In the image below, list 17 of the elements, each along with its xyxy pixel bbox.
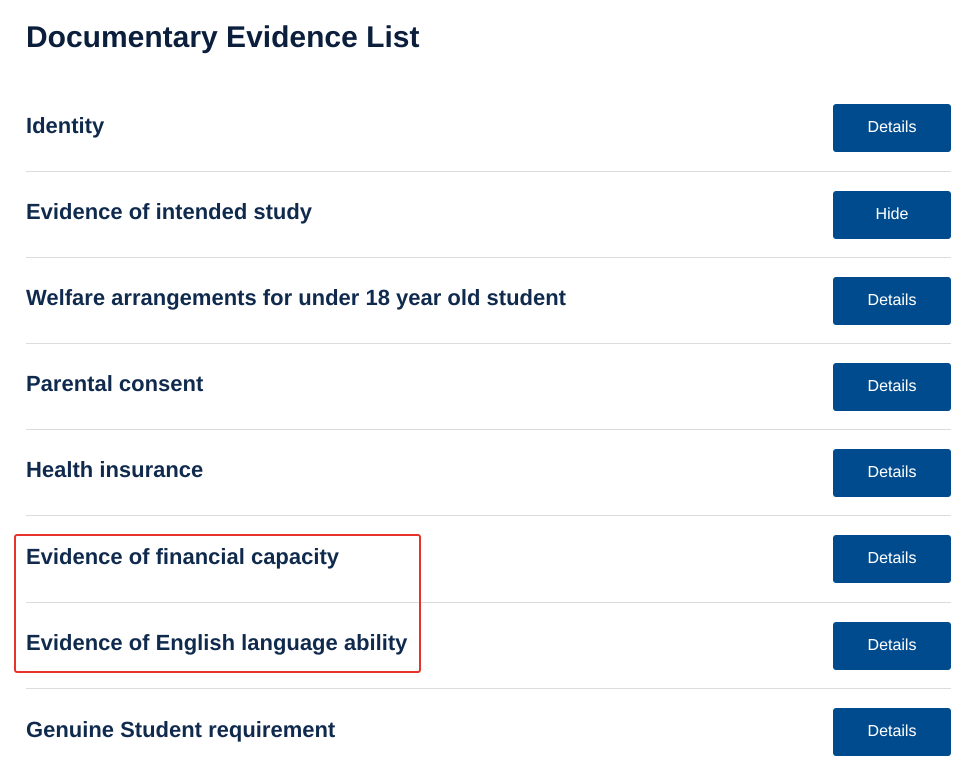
evidence-label: Genuine Student requirement bbox=[26, 716, 336, 744]
toggle-button[interactable]: Details bbox=[833, 276, 951, 324]
toggle-button[interactable]: Details bbox=[833, 448, 951, 496]
toggle-button[interactable]: Details bbox=[833, 104, 951, 152]
toggle-button[interactable]: Details bbox=[833, 362, 951, 410]
evidence-label: Welfare arrangements for under 18 year old student bbox=[26, 284, 566, 312]
toggle-button[interactable]: Details bbox=[833, 622, 951, 670]
evidence-label: Evidence of intended study bbox=[26, 198, 312, 226]
toggle-button[interactable]: Details bbox=[833, 535, 951, 583]
evidence-label: Evidence of English language ability bbox=[26, 629, 408, 657]
page-title: Documentary Evidence List bbox=[26, 20, 420, 56]
evidence-label: Parental consent bbox=[26, 370, 204, 398]
toggle-button[interactable]: Hide bbox=[833, 190, 951, 238]
evidence-label: Identity bbox=[26, 112, 104, 140]
evidence-label: Evidence of financial capacity bbox=[26, 542, 340, 571]
toggle-button[interactable]: Details bbox=[833, 708, 951, 756]
evidence-label: Health insurance bbox=[26, 456, 204, 484]
